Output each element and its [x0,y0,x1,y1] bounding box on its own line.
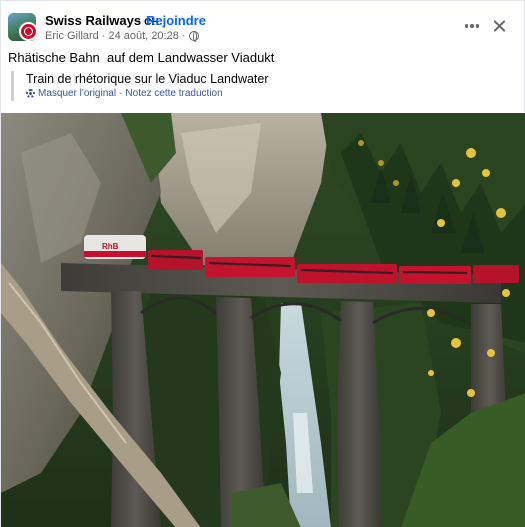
meta-separator-2: · [181,30,186,42]
viaduct-photo: RhB [1,113,525,527]
translation-block: Train de rhétorique sur le Viaduc Landwa… [11,71,269,101]
page-name[interactable]: Swiss Railways [45,13,141,28]
globe-icon[interactable] [189,31,200,42]
join-button[interactable]: Rejoindre [146,13,206,29]
post-text: Rhätische Bahn auf dem Landwasser Viaduk… [8,50,275,65]
meta-separator: · [101,30,106,42]
author-name[interactable]: Eric Gillard [45,29,99,43]
close-button[interactable] [487,13,513,39]
more-horizontal-icon [464,24,469,28]
translated-text: Train de rhétorique sur le Viaduc Landwa… [26,72,269,86]
rate-translation-link[interactable]: Notez cette traduction [125,87,222,100]
translation-actions: Masquer l'original · Notez cette traduct… [26,87,269,100]
swiss-badge-icon [19,22,38,41]
header-separator: · [137,13,142,28]
post-meta: Eric Gillard · 24 août, 20:28 · [45,29,200,43]
translation-actions-separator: · [119,88,123,99]
train-logo-text: RhB [102,242,119,251]
post-card: Swiss Railways CH · Rejoindre Eric Gillar… [0,0,525,527]
post-date[interactable]: 24 août, 20:28 [108,29,178,43]
post-photo[interactable]: RhB [1,113,525,527]
gear-icon [26,89,35,98]
hide-original-link[interactable]: Masquer l'original [38,87,116,100]
more-options-button[interactable] [459,13,485,39]
